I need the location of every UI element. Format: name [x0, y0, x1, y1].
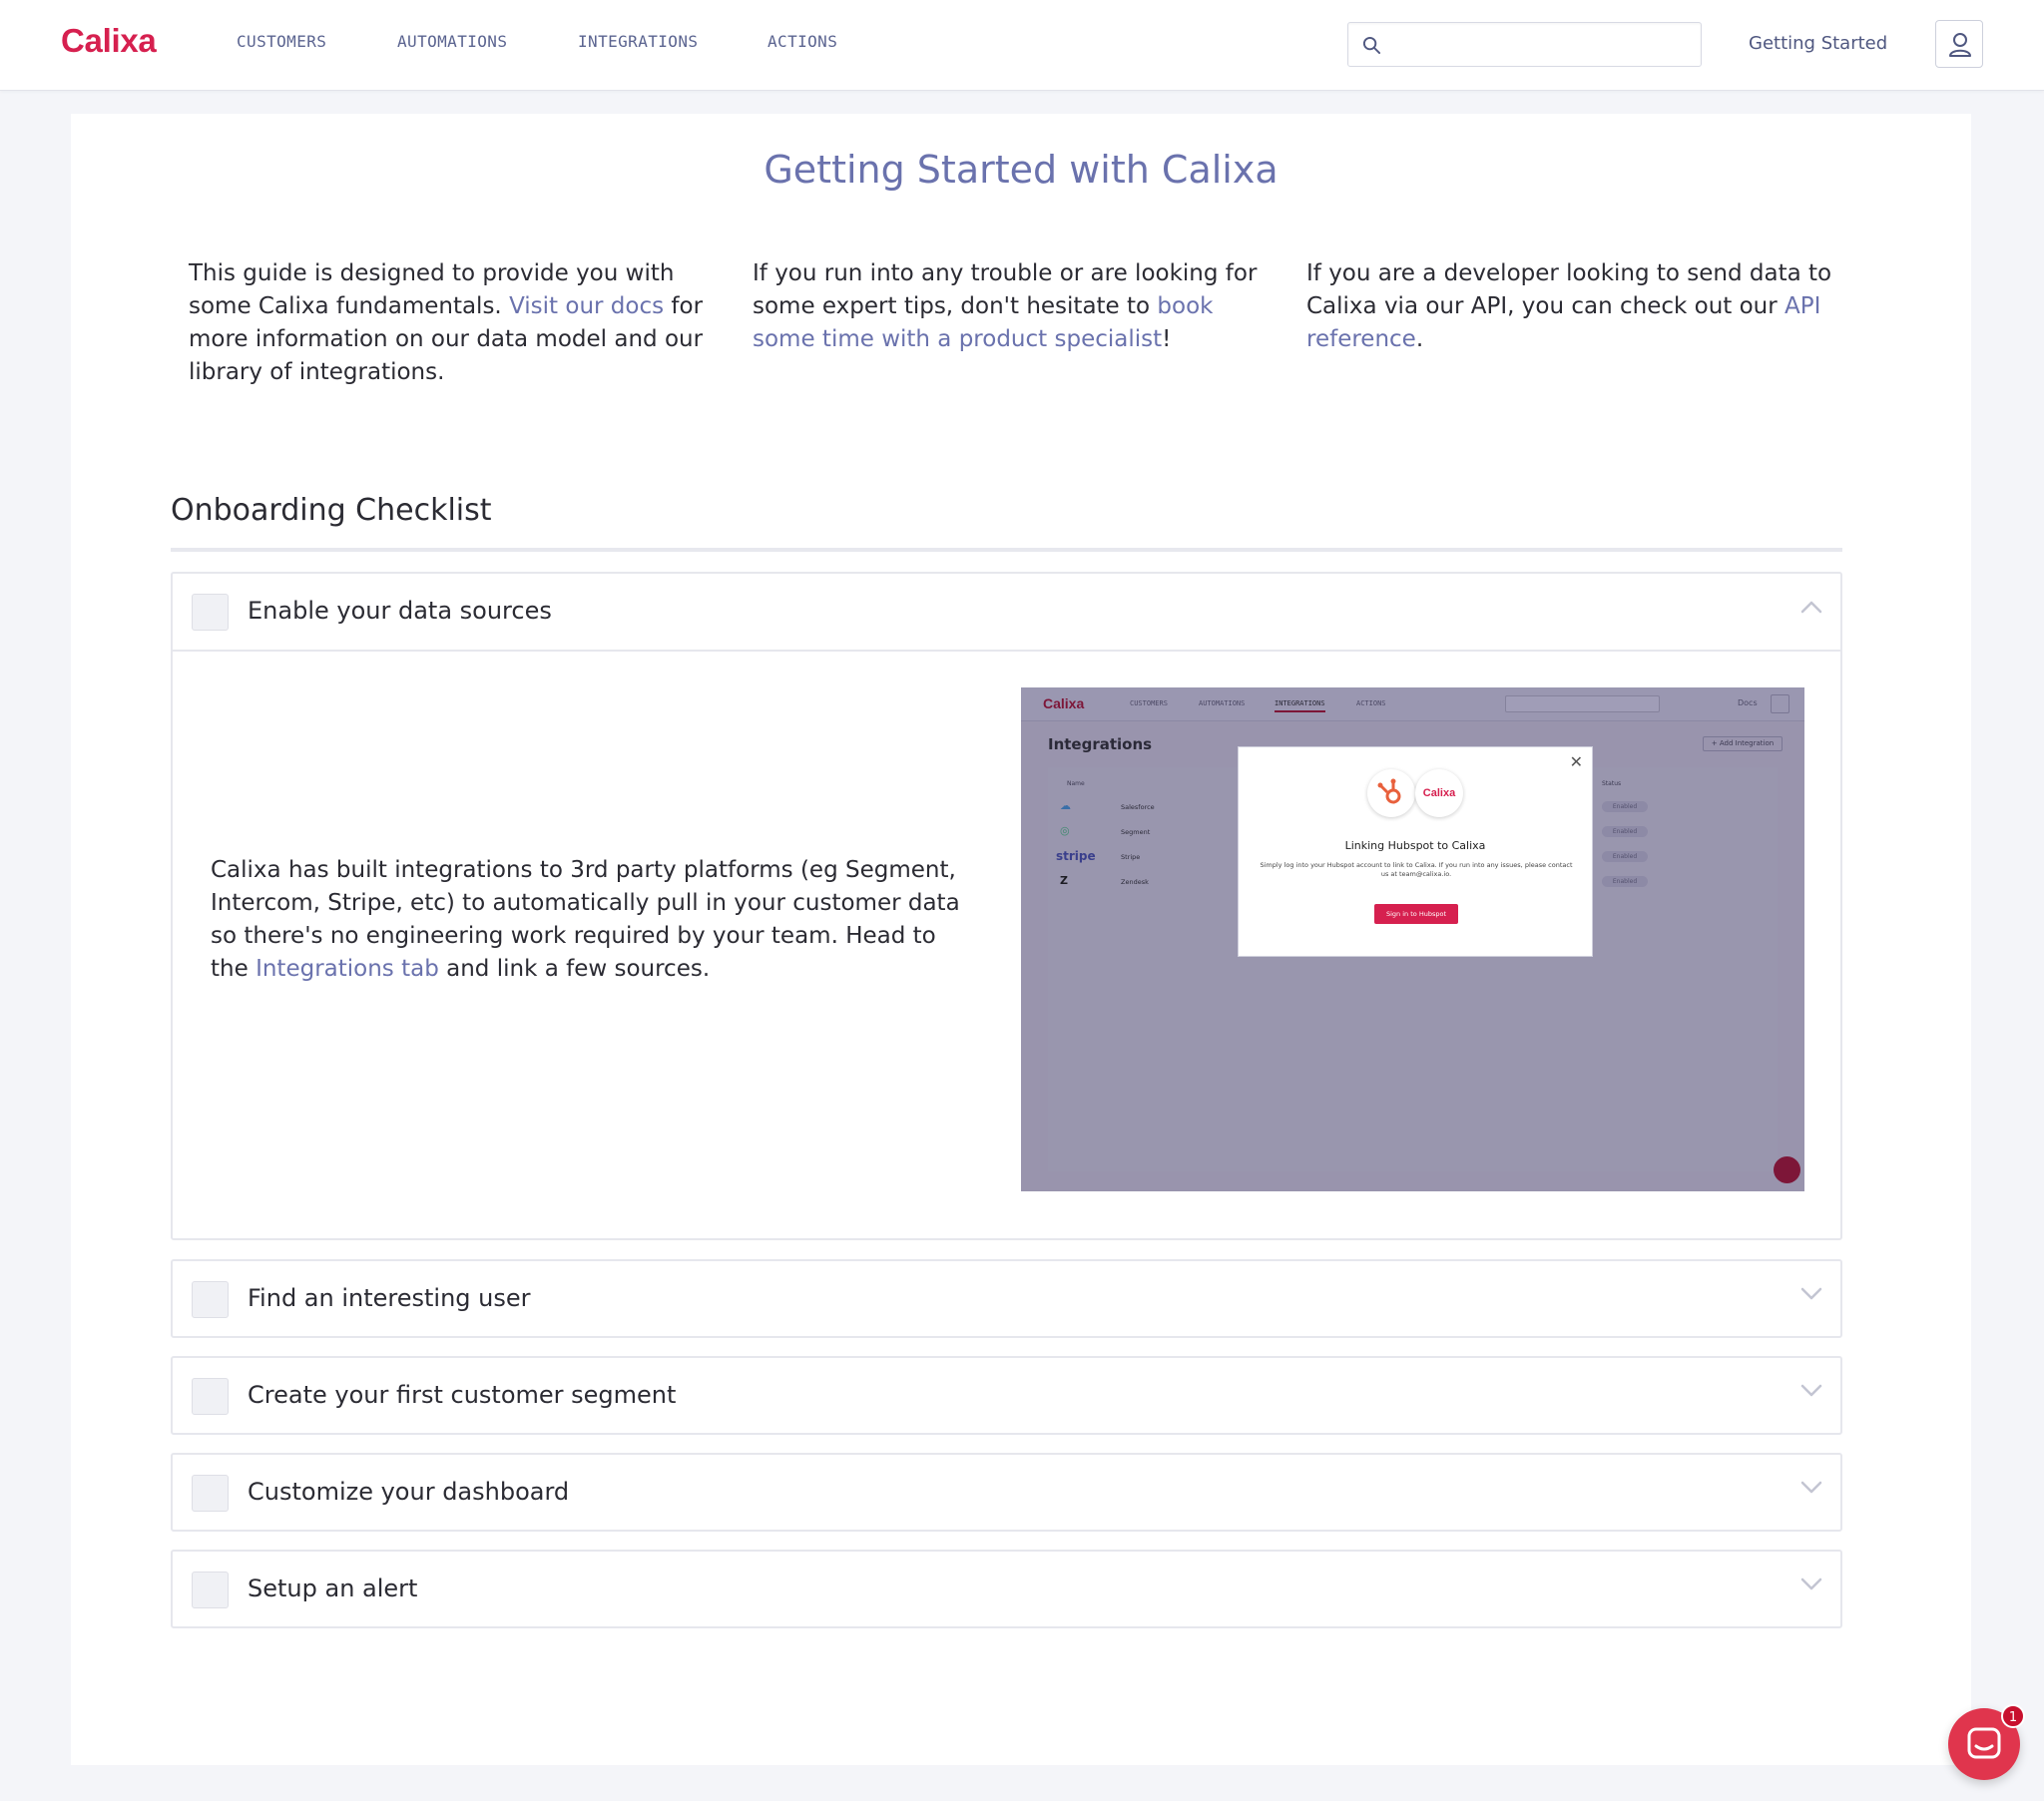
search-box[interactable] — [1347, 22, 1702, 67]
preview-logo: Calixa — [1043, 695, 1085, 711]
chat-notification-badge: 1 — [2001, 1704, 2025, 1728]
preview-status: Enabled — [1602, 876, 1648, 887]
checklist-item: Customize your dashboard — [171, 1453, 1842, 1532]
preview-nav-link: ACTIONS — [1356, 699, 1386, 707]
checklist-item-header[interactable]: Setup an alert — [173, 1552, 1840, 1627]
nav-customers[interactable]: CUSTOMERS — [237, 32, 326, 51]
preview-nav-link: CUSTOMERS — [1130, 699, 1168, 707]
checklist-item-body: Calixa has built integrations to 3rd par… — [173, 650, 1840, 1240]
preview-chat-icon — [1774, 1156, 1800, 1183]
nav-integrations[interactable]: INTEGRATIONS — [578, 32, 698, 51]
item-checkbox[interactable] — [192, 1281, 229, 1318]
preview-navbar: Calixa CUSTOMERS AUTOMATIONS INTEGRATION… — [1021, 687, 1804, 721]
item-label: Setup an alert — [248, 1575, 418, 1602]
preview-search — [1505, 695, 1660, 712]
preview-row-name: Zendesk — [1121, 878, 1149, 886]
chevron-down-icon[interactable] — [1800, 1287, 1822, 1301]
search-icon — [1362, 36, 1381, 55]
nav-actions[interactable]: ACTIONS — [767, 32, 837, 51]
preview-row-name: Segment — [1121, 828, 1151, 836]
preview-col-status: Status — [1602, 780, 1622, 787]
preview-col-name: Name — [1067, 780, 1085, 787]
checklist-item-header[interactable]: Find an interesting user — [173, 1261, 1840, 1337]
segment-icon: ◎ — [1060, 824, 1070, 837]
user-icon — [1949, 33, 1971, 57]
checklist-item-header[interactable]: Create your first customer segment — [173, 1358, 1840, 1434]
calixa-logo[interactable]: Calixa — [61, 22, 157, 60]
checklist-title: Onboarding Checklist — [171, 493, 492, 528]
preview-heading: Integrations — [1048, 735, 1153, 753]
checklist-item: Create your first customer segment — [171, 1356, 1842, 1435]
zendesk-icon: Z — [1060, 874, 1068, 887]
preview-nav-link: INTEGRATIONS — [1275, 699, 1325, 712]
integrations-preview-image: Calixa CUSTOMERS AUTOMATIONS INTEGRATION… — [1021, 687, 1804, 1191]
chevron-down-icon[interactable] — [1800, 1577, 1822, 1591]
intro-support: If you run into any trouble or are looki… — [753, 257, 1281, 356]
checklist-item: Find an interesting user — [171, 1259, 1842, 1338]
preview-status: Enabled — [1602, 826, 1648, 837]
preview-modal: ✕ Calixa Linking Hubspot to Calixa Simpl… — [1238, 746, 1593, 957]
preview-row-name: Stripe — [1121, 853, 1141, 861]
chat-icon — [1967, 1727, 2001, 1759]
chevron-down-icon[interactable] — [1800, 1384, 1822, 1398]
checklist-item: Enable your data sources Calixa has buil… — [171, 572, 1842, 1240]
preview-nav-link: AUTOMATIONS — [1199, 699, 1246, 707]
docs-link[interactable]: Visit our docs — [509, 293, 664, 319]
modal-signin-button: Sign in to Hubspot — [1374, 904, 1458, 924]
checklist-item-header[interactable]: Enable your data sources — [173, 574, 1840, 650]
description-text: and link a few sources. — [438, 956, 711, 982]
chevron-down-icon[interactable] — [1800, 1481, 1822, 1495]
item-checkbox[interactable] — [192, 594, 229, 631]
integrations-tab-link[interactable]: Integrations tab — [256, 956, 439, 982]
preview-docs: Docs — [1738, 698, 1758, 707]
modal-title: Linking Hubspot to Calixa — [1344, 839, 1486, 852]
item-description: Calixa has built integrations to 3rd par… — [211, 854, 979, 986]
intro-text: If you are a developer looking to send d… — [1306, 260, 1832, 319]
item-label: Find an interesting user — [248, 1284, 531, 1312]
intro-docs: This guide is designed to provide you wi… — [189, 257, 728, 389]
nav-automations[interactable]: AUTOMATIONS — [397, 32, 507, 51]
intro-text: ! — [1162, 326, 1172, 352]
user-menu-button[interactable] — [1935, 20, 1983, 68]
item-label: Create your first customer segment — [248, 1381, 677, 1409]
item-checkbox[interactable] — [192, 1475, 229, 1512]
preview-calixa-badge: Calixa — [1415, 769, 1463, 817]
checklist-divider — [171, 548, 1842, 552]
checklist-item: Setup an alert — [171, 1550, 1842, 1628]
item-label: Customize your dashboard — [248, 1478, 570, 1506]
modal-body: Simply log into your Hubspot account to … — [1260, 861, 1573, 878]
preview-user-icon — [1771, 694, 1789, 713]
intro-text: . — [1415, 326, 1424, 352]
close-icon: ✕ — [1569, 752, 1583, 771]
preview-add-button: + Add Integration — [1703, 736, 1783, 751]
checklist-item-header[interactable]: Customize your dashboard — [173, 1455, 1840, 1531]
hubspot-icon — [1367, 769, 1415, 817]
item-checkbox[interactable] — [192, 1572, 229, 1608]
page-title: Getting Started with Calixa — [764, 148, 1278, 192]
top-navbar: Calixa CUSTOMERS AUTOMATIONS INTEGRATION… — [0, 0, 2044, 91]
search-input[interactable] — [1390, 25, 1690, 64]
nav-getting-started[interactable]: Getting Started — [1749, 33, 1887, 54]
intro-api: If you are a developer looking to send d… — [1306, 257, 1835, 356]
stripe-icon: stripe — [1056, 849, 1096, 863]
chevron-up-icon[interactable] — [1800, 600, 1822, 614]
preview-row-name: Salesforce — [1121, 803, 1155, 811]
item-checkbox[interactable] — [192, 1378, 229, 1415]
preview-status: Enabled — [1602, 851, 1648, 862]
salesforce-icon: ☁ — [1060, 799, 1071, 812]
preview-status: Enabled — [1602, 801, 1648, 812]
item-label: Enable your data sources — [248, 597, 552, 625]
